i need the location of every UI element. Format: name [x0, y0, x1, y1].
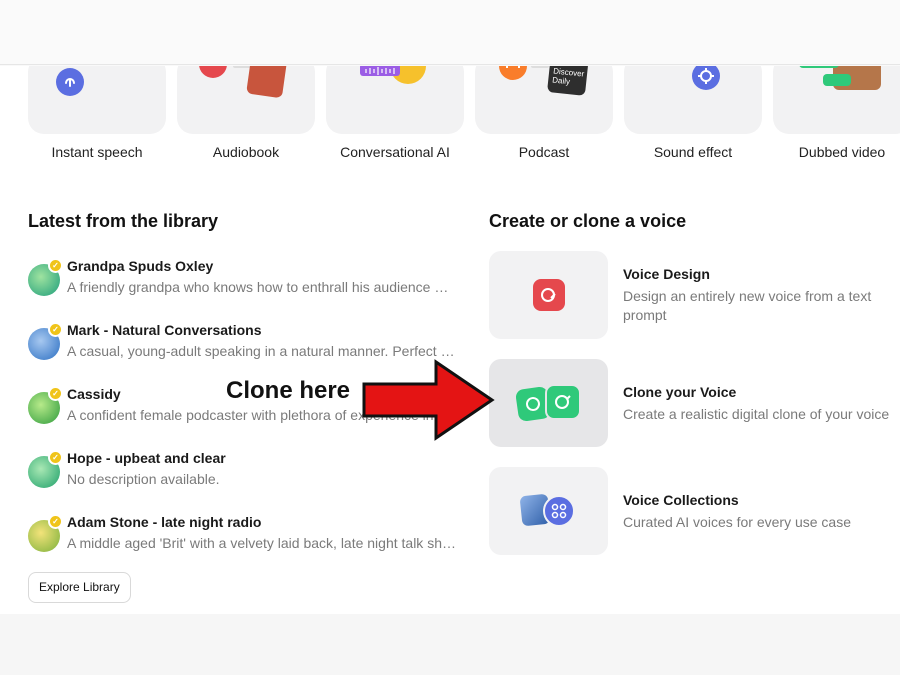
podcast-cover: Discover Daily: [547, 66, 589, 96]
waveform-icon: [823, 74, 851, 86]
verified-badge-icon: ✓: [48, 386, 63, 401]
main-content: Instant speech Audiobook Conversational …: [0, 66, 900, 614]
library-item[interactable]: ✓ Grandpa Spuds Oxley A friendly grandpa…: [28, 258, 458, 306]
microphone-icon: [56, 68, 84, 96]
voices-title: Create or clone a voice: [489, 211, 687, 231]
tile-label-audiobook: Audiobook: [212, 144, 280, 160]
library-item[interactable]: ✓ Adam Stone - late night radio A middle…: [28, 514, 458, 562]
red-arrow-icon: [362, 359, 495, 441]
waveform-icon: [799, 66, 839, 68]
voice-collections-card[interactable]: [489, 467, 608, 555]
book-cover-image: [246, 66, 288, 99]
voice-collections-title[interactable]: Voice Collections: [623, 492, 739, 508]
tile-instant-speech[interactable]: [28, 66, 166, 134]
verified-badge-icon: ✓: [48, 514, 63, 529]
wave-bar: [531, 66, 549, 68]
tile-label-conversational-ai: Conversational AI: [340, 144, 450, 160]
collections-icon: [543, 495, 575, 527]
library-item[interactable]: ✓ Hope - upbeat and clear No description…: [28, 450, 458, 498]
tile-label-instant-speech: Instant speech: [51, 144, 143, 160]
tile-label-podcast: Podcast: [518, 144, 570, 160]
voice-design-title[interactable]: Voice Design: [623, 266, 710, 282]
sparkle-icon: [692, 66, 720, 90]
explore-library-button[interactable]: Explore Library: [28, 572, 131, 603]
library-item-name: Grandpa Spuds Oxley: [67, 258, 214, 274]
tile-conversational-ai[interactable]: [326, 66, 464, 134]
top-bar: [0, 0, 900, 65]
verified-badge-icon: ✓: [48, 450, 63, 465]
library-title: Latest from the library: [28, 211, 219, 231]
page: Instant speech Audiobook Conversational …: [0, 0, 900, 675]
library-item-name: Hope - upbeat and clear: [67, 450, 226, 466]
footer-band: [0, 614, 900, 675]
waveform-icon: [360, 66, 400, 76]
verified-badge-icon: ✓: [48, 322, 63, 337]
voice-clone-desc: Create a realistic digital clone of your…: [623, 406, 890, 422]
library-item-desc: A casual, young-adult speaking in a natu…: [67, 343, 457, 359]
library-item-desc: A middle aged 'Brit' with a velvety laid…: [67, 535, 457, 551]
library-item-name: Mark - Natural Conversations: [67, 322, 262, 338]
library-item-name: Cassidy: [67, 386, 121, 402]
voice-clone-title[interactable]: Clone your Voice: [623, 384, 736, 400]
tile-sound-effect[interactable]: [624, 66, 762, 134]
library-item-desc: No description available.: [67, 471, 220, 487]
voice-design-card[interactable]: [489, 251, 608, 339]
voice-design-icon: [533, 279, 565, 311]
tile-podcast[interactable]: Discover Daily: [475, 66, 613, 134]
headphones-icon: [499, 66, 527, 80]
verified-badge-icon: ✓: [48, 258, 63, 273]
tile-dubbed-video[interactable]: [773, 66, 900, 134]
tile-label-dubbed-video: Dubbed video: [798, 144, 886, 160]
voice-collections-desc: Curated AI voices for every use case: [623, 514, 851, 530]
voice-design-desc: Design an entirely new voice from a text…: [623, 288, 872, 323]
headphones-icon: [199, 66, 227, 78]
library-item-desc: A friendly grandpa who knows how to enth…: [67, 279, 457, 295]
clone-here-label: Clone here: [226, 377, 351, 404]
voice-clone-card[interactable]: [489, 359, 608, 447]
tile-label-sound-effect: Sound effect: [653, 144, 733, 160]
library-item-name: Adam Stone - late night radio: [67, 514, 262, 530]
tile-audiobook[interactable]: [177, 66, 315, 134]
voice-clone-icon: [545, 384, 581, 420]
